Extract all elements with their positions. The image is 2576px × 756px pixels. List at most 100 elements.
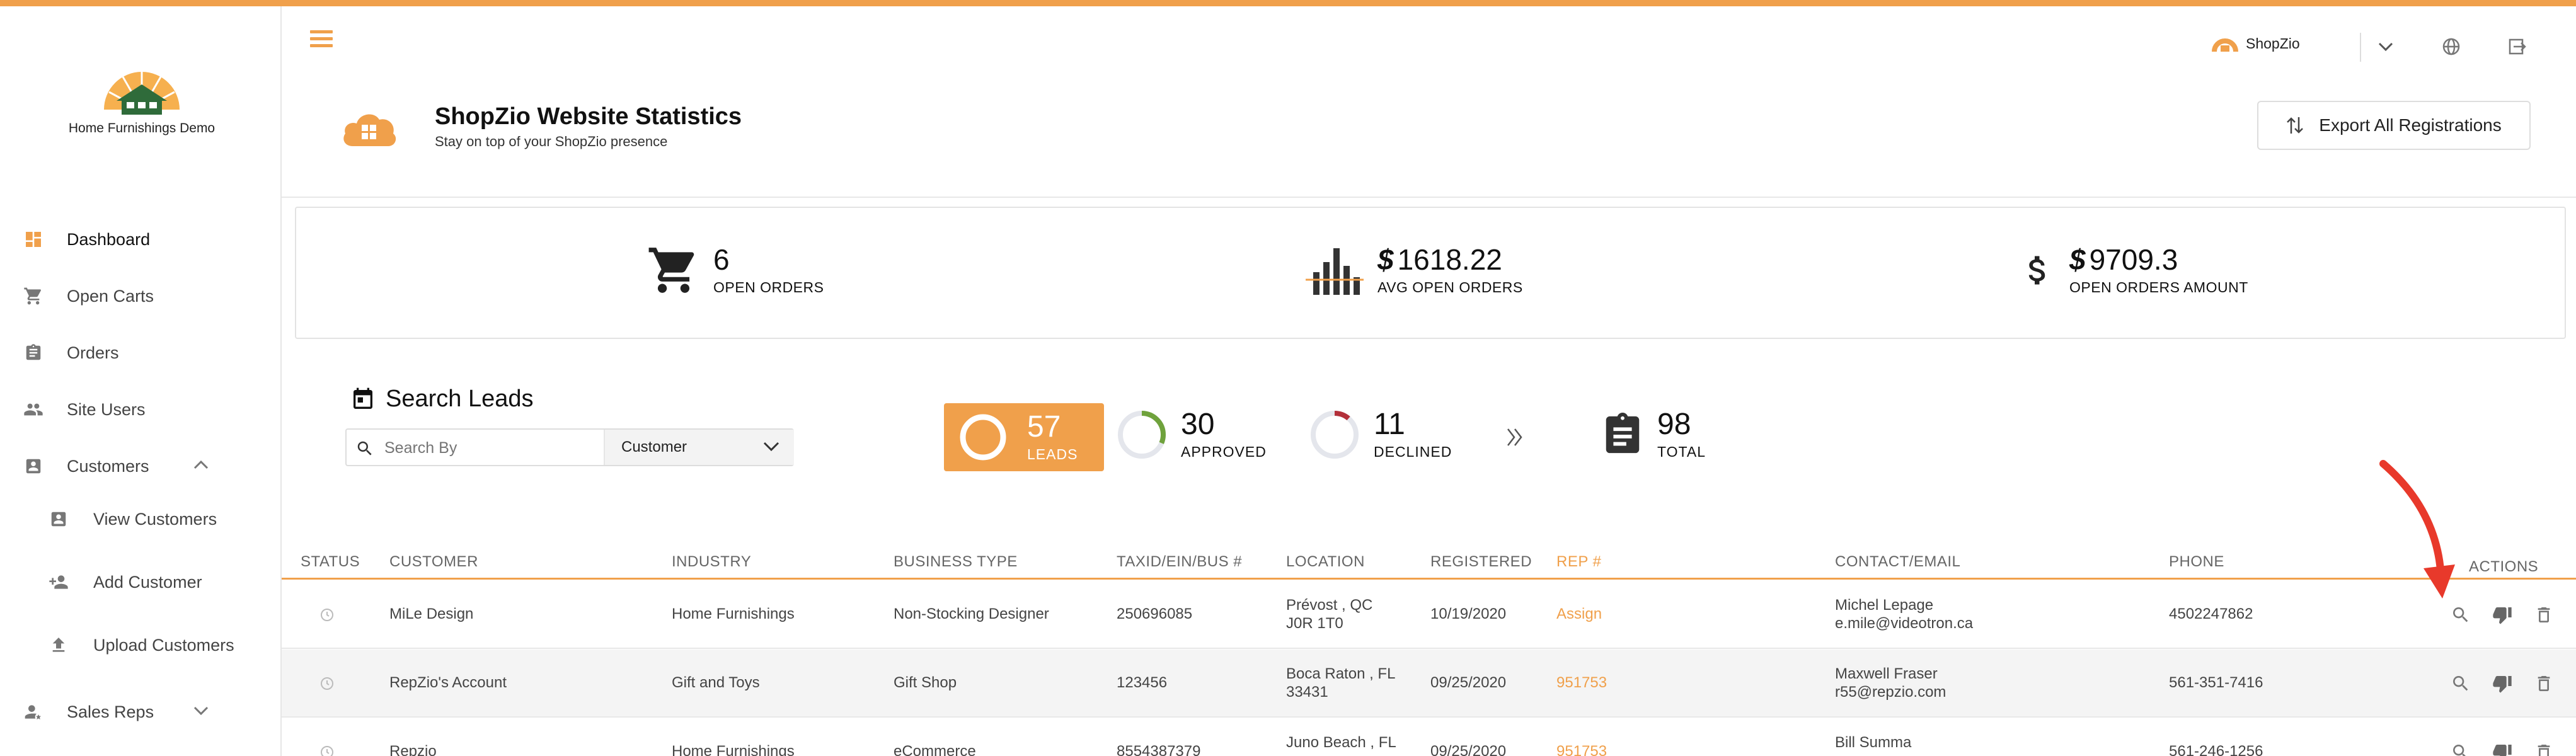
cell-industry: Home Furnishings [672, 743, 795, 756]
cell-business-type: Non-Stocking Designer [894, 605, 1049, 622]
bar-chart-icon [1306, 248, 1364, 295]
cell-industry: Gift and Toys [672, 674, 760, 691]
cell-location-line1: Juno Beach , FL [1286, 734, 1396, 751]
contact-card-icon [23, 455, 44, 477]
chevron-down-icon[interactable] [193, 706, 209, 719]
company-logo[interactable]: Home Furnishings Demo [38, 59, 246, 154]
export-registrations-button[interactable]: Export All Registrations [2257, 101, 2531, 150]
cell-contact-name: Maxwell Fraser [1835, 665, 1938, 682]
column-header-status[interactable]: STATUS [301, 553, 360, 571]
column-header-industry[interactable]: INDUSTRY [672, 553, 751, 571]
table-row[interactable]: Repzio Home Furnishings eCommerce 855438… [282, 718, 2576, 756]
dollar-icon [2028, 256, 2045, 285]
column-header-customer[interactable]: CUSTOMER [389, 553, 478, 571]
trash-icon[interactable] [2534, 605, 2554, 625]
column-header-phone[interactable]: PHONE [2169, 553, 2224, 571]
cell-customer: MiLe Design [389, 605, 474, 622]
declined-value: 11 [1374, 407, 1405, 441]
cell-location-line1: Boca Raton , FL [1286, 665, 1396, 682]
cell-location-line2: 33431 [1286, 684, 1328, 701]
leads-kpi[interactable]: 57 LEADS [944, 403, 1104, 471]
approved-kpi[interactable]: 30 APPROVED [1115, 408, 1267, 461]
dashboard-icon [23, 229, 44, 250]
leads-value: 57 [1027, 410, 1061, 444]
cell-phone: 4502247862 [2169, 605, 2253, 622]
sidebar-item-site-users[interactable]: Site Users [0, 384, 282, 435]
sidebar-item-sales-reps[interactable]: Sales Reps [0, 687, 282, 737]
search-icon [357, 441, 372, 455]
search-leads-title: Search Leads [350, 386, 534, 413]
sidebar-item-label: Dashboard [67, 229, 151, 249]
search-input[interactable] [384, 436, 573, 460]
column-header-registered[interactable]: REGISTERED [1430, 553, 1532, 571]
sidebar-item-add-customer[interactable]: Add Customer [0, 557, 282, 607]
table-row[interactable]: MiLe Design Home Furnishings Non-Stockin… [282, 581, 2576, 649]
table-row[interactable]: RepZio's Account Gift and Toys Gift Shop… [282, 650, 2576, 718]
hamburger-menu-icon[interactable] [310, 30, 333, 49]
upload-icon [48, 634, 69, 656]
annotation-arrow-icon [2379, 460, 2455, 598]
column-header-rep[interactable]: REP # [1556, 553, 1601, 571]
search-icon[interactable] [2451, 605, 2471, 625]
cell-taxid: 123456 [1117, 674, 1168, 691]
sidebar-item-orders[interactable]: Orders [0, 328, 282, 378]
order-stats-card: 6 OPEN ORDERS $1618.22 AVG OPEN ORDERS $… [295, 207, 2566, 339]
total-value: 98 [1657, 407, 1691, 441]
approved-value: 30 [1181, 407, 1215, 441]
total-kpi[interactable]: 98 TOTAL [1601, 408, 1706, 461]
export-button-label: Export All Registrations [2319, 115, 2502, 135]
app-brand[interactable]: ShopZio [2211, 34, 2300, 53]
page-subtitle: Stay on top of your ShopZio presence [435, 134, 668, 149]
trash-icon[interactable] [2534, 673, 2554, 694]
leads-ring-icon [960, 414, 1006, 461]
sidebar-item-dashboard[interactable]: Dashboard [0, 214, 282, 265]
cloud-logo-icon [2212, 38, 2238, 52]
stat-avg-open-orders: $1618.22 AVG OPEN ORDERS [1304, 243, 1523, 297]
add-person-icon [48, 571, 69, 593]
column-header-location[interactable]: LOCATION [1286, 553, 1365, 571]
trash-icon[interactable] [2534, 742, 2554, 756]
logout-icon[interactable] [2505, 35, 2528, 58]
clock-status-icon [321, 677, 333, 690]
search-icon[interactable] [2451, 673, 2471, 694]
sidebar-item-upload-customers[interactable]: Upload Customers [0, 620, 282, 670]
rep-number-link[interactable]: 951753 [1556, 742, 1607, 756]
assign-rep-link[interactable]: Assign [1556, 605, 1602, 623]
search-filter-select[interactable]: Customer [604, 430, 794, 465]
cell-location-line1: Prévost , QC [1286, 597, 1373, 614]
declined-kpi[interactable]: 11 DECLINED [1308, 408, 1452, 461]
cell-contact-email: r55@repzio.com [1835, 684, 1946, 701]
column-header-contact[interactable]: CONTACT/EMAIL [1835, 553, 1960, 571]
leads-search-bar: Customer [345, 428, 794, 466]
column-header-business-type[interactable]: BUSINESS TYPE [894, 553, 1018, 571]
cell-registered: 10/19/2020 [1430, 605, 1507, 622]
cell-phone: 561-351-7416 [2169, 674, 2263, 691]
leads-label: LEADS [1027, 445, 1078, 462]
cell-industry: Home Furnishings [672, 605, 795, 622]
chevron-up-icon[interactable] [193, 460, 209, 473]
cell-customer: RepZio's Account [389, 674, 507, 691]
header-divider-line [282, 197, 2576, 198]
column-header-taxid[interactable]: TAXID/EIN/BUS # [1117, 553, 1242, 571]
approved-label: APPROVED [1181, 443, 1267, 460]
open-orders-value: 6 [713, 243, 730, 276]
cell-contact-name: Michel Lepage [1835, 597, 1934, 614]
cell-contact-name: Bill Summa [1835, 734, 1912, 751]
thumbs-down-icon[interactable] [2492, 742, 2512, 756]
search-icon[interactable] [2451, 742, 2471, 756]
double-chevron-right-icon[interactable] [1506, 427, 1524, 447]
sidebar: Home Furnishings Demo Dashboard Open Car… [0, 6, 282, 756]
sidebar-item-open-carts[interactable]: Open Carts [0, 271, 282, 321]
sort-arrows-icon [2287, 117, 2304, 134]
rep-number-link[interactable]: 951753 [1556, 673, 1607, 692]
globe-icon[interactable] [2440, 35, 2463, 58]
leads-table-header: STATUS CUSTOMER INDUSTRY BUSINESS TYPE T… [282, 536, 2576, 580]
chevron-down-icon[interactable] [2374, 35, 2397, 58]
thumbs-down-icon[interactable] [2492, 673, 2512, 694]
sidebar-item-label: View Customers [93, 509, 217, 529]
sidebar-item-customers[interactable]: Customers [0, 441, 282, 491]
sidebar-item-view-customers[interactable]: View Customers [0, 494, 282, 544]
page-title: ShopZio Website Statistics [435, 103, 742, 130]
thumbs-down-icon[interactable] [2492, 605, 2512, 625]
cart-icon [648, 248, 694, 293]
